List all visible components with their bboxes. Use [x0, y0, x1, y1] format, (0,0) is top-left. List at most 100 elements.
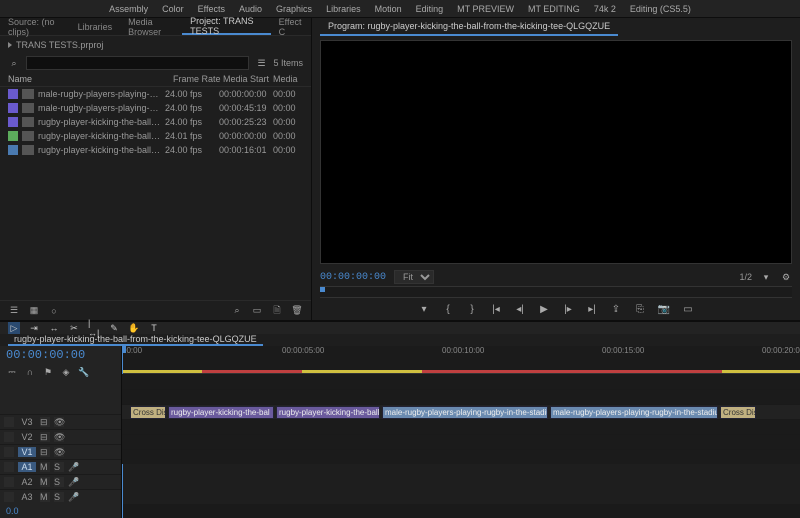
panel-tab[interactable]: Libraries [70, 18, 121, 35]
chevron-down-icon[interactable]: ▾ [760, 271, 772, 283]
lift-icon[interactable]: ⇪ [609, 302, 623, 316]
sync-toggle[interactable]: ⊟ [40, 417, 50, 427]
workspace-graphics[interactable]: Graphics [276, 4, 312, 14]
panel-tab[interactable]: Project: TRANS TESTS [182, 18, 271, 35]
search-input[interactable] [26, 56, 249, 70]
cross-dissolve-transition[interactable]: Cross Diss [130, 406, 166, 419]
workspace-color[interactable]: Color [162, 4, 184, 14]
media-row[interactable]: rugby-player-kicking-the-ball-from-the-k… [0, 143, 311, 157]
track-label[interactable]: V2 [18, 432, 36, 442]
track-label[interactable]: V1 [18, 447, 36, 457]
eye-toggle[interactable]: 👁 [54, 417, 64, 427]
workspace-audio[interactable]: Audio [239, 4, 262, 14]
mark-in-icon[interactable]: ▾ [417, 302, 431, 316]
workspace-mt-editing[interactable]: MT EDITING [528, 4, 580, 14]
playback-resolution[interactable]: 1/2 [739, 272, 752, 282]
link-icon[interactable]: ∩ [24, 366, 36, 378]
step-fwd-icon[interactable]: |▸ [561, 302, 575, 316]
sequence-tab[interactable]: rugby-player-kicking-the-ball-from-the-k… [8, 334, 263, 346]
track-v1[interactable]: Cross Dissrugby-player-kicking-the-balru… [122, 404, 800, 419]
icon-view-icon[interactable]: ▦ [28, 305, 40, 317]
workspace-74k-2[interactable]: 74k 2 [594, 4, 616, 14]
timeline-tracks[interactable]: 00:0000:00:05:0000:00:10:0000:00:15:0000… [122, 346, 800, 518]
lock-toggle[interactable] [4, 462, 14, 472]
extract-icon[interactable]: ⎘ [633, 302, 647, 316]
track-label[interactable]: A2 [18, 477, 36, 487]
track-label[interactable]: A3 [18, 492, 36, 502]
go-in-icon[interactable]: |◂ [489, 302, 503, 316]
workspace-libraries[interactable]: Libraries [326, 4, 361, 14]
freeform-view-icon[interactable]: ○ [48, 305, 60, 317]
program-viewer[interactable] [320, 40, 792, 264]
step-back-icon[interactable]: ◂| [513, 302, 527, 316]
track-header-a3[interactable]: A3MS🎤 [0, 489, 121, 504]
trash-icon[interactable]: 🗑 [291, 305, 303, 317]
cross-dissolve-transition[interactable]: Cross Diss [720, 406, 756, 419]
settings-icon[interactable]: ⚙ [780, 271, 792, 283]
workspace-assembly[interactable]: Assembly [109, 4, 148, 14]
ripple-tool-icon[interactable]: ↔ [48, 322, 60, 334]
sync-toggle[interactable]: ⊟ [40, 432, 50, 442]
video-clip[interactable]: rugby-player-kicking-the-bal [168, 406, 274, 419]
program-tab[interactable]: Program: rugby-player-kicking-the-ball-f… [320, 18, 618, 36]
mic-icon[interactable]: 🎤 [68, 492, 79, 503]
video-clip[interactable]: male-rugby-players-playing-rugby-in-the-… [550, 406, 718, 419]
filter-icon[interactable]: ☰ [255, 57, 267, 69]
media-row[interactable]: male-rugby-players-playing-rugby-in-the-… [0, 101, 311, 115]
rate-value[interactable]: 0.0 [6, 506, 19, 516]
workspace-effects[interactable]: Effects [198, 4, 225, 14]
workspace-motion[interactable]: Motion [375, 4, 402, 14]
media-row[interactable]: rugby-player-kicking-the-ball-from-the-k… [0, 115, 311, 129]
timeline-timecode[interactable]: 00:00:00:00 [0, 346, 121, 364]
lock-toggle[interactable] [4, 417, 14, 427]
playhead-icon[interactable] [320, 287, 325, 292]
eye-toggle[interactable]: 👁 [54, 447, 64, 457]
panel-tab[interactable]: Media Browser [120, 18, 182, 35]
slip-tool-icon[interactable]: |↔| [88, 322, 100, 334]
sync-toggle[interactable]: ⊟ [40, 447, 50, 457]
fit-select[interactable]: Fit [394, 270, 434, 284]
lock-toggle[interactable] [4, 477, 14, 487]
video-clip[interactable]: male-rugby-players-playing-rugby-in-the-… [382, 406, 548, 419]
workspace-mt-preview[interactable]: MT PREVIEW [457, 4, 514, 14]
track-header-a1[interactable]: A1MS🎤 [0, 459, 121, 474]
marker-icon[interactable]: ⚑ [42, 366, 54, 378]
back-icon[interactable] [8, 42, 12, 48]
comparison-icon[interactable]: ▭ [681, 302, 695, 316]
col-name[interactable]: Name [8, 74, 173, 84]
track-v3[interactable] [122, 374, 800, 389]
play-icon[interactable]: ▶ [537, 302, 551, 316]
label-chip[interactable] [8, 103, 18, 113]
media-row[interactable]: rugby-player-kicking-the-ball-from-the-k… [0, 129, 311, 143]
track-v2[interactable] [122, 389, 800, 404]
lock-toggle[interactable] [4, 447, 14, 457]
mic-icon[interactable]: 🎤 [68, 477, 79, 488]
lock-toggle[interactable] [4, 432, 14, 442]
new-item-icon[interactable]: 🗎 [271, 305, 283, 317]
video-clip[interactable]: rugby-player-kicking-the-ball-f [276, 406, 380, 419]
track-header-v1[interactable]: V1 ⊟ 👁 [0, 444, 121, 459]
lock-toggle[interactable] [4, 492, 14, 502]
track-select-icon[interactable]: ⇥ [28, 322, 40, 334]
mic-icon[interactable]: 🎤 [68, 462, 79, 473]
label-chip[interactable] [8, 131, 18, 141]
bin-breadcrumb[interactable]: TRANS TESTS.prproj [0, 36, 311, 54]
mute-toggle[interactable]: M [40, 462, 50, 472]
track-a2[interactable] [122, 434, 800, 449]
list-view-icon[interactable]: ☰ [8, 305, 20, 317]
new-bin-icon[interactable]: ▭ [251, 305, 263, 317]
mute-toggle[interactable]: M [40, 477, 50, 487]
label-chip[interactable] [8, 117, 18, 127]
program-timecode[interactable]: 00:00:00:00 [320, 272, 386, 283]
track-a1[interactable] [122, 419, 800, 434]
hand-tool-icon[interactable]: ✋ [128, 322, 140, 334]
track-header-v3[interactable]: V3⊟👁 [0, 414, 121, 429]
solo-toggle[interactable]: S [54, 477, 64, 487]
label-chip[interactable] [8, 89, 18, 99]
type-tool-icon[interactable]: T [148, 322, 160, 334]
snap-icon[interactable]: ⎓ [6, 366, 18, 378]
find-icon[interactable]: ⌕ [231, 305, 243, 317]
selection-tool-icon[interactable]: ▷ [8, 322, 20, 334]
media-row[interactable]: male-rugby-players-playing-rugby-in-the-… [0, 87, 311, 101]
wrench-icon[interactable]: 🔧 [78, 366, 90, 378]
